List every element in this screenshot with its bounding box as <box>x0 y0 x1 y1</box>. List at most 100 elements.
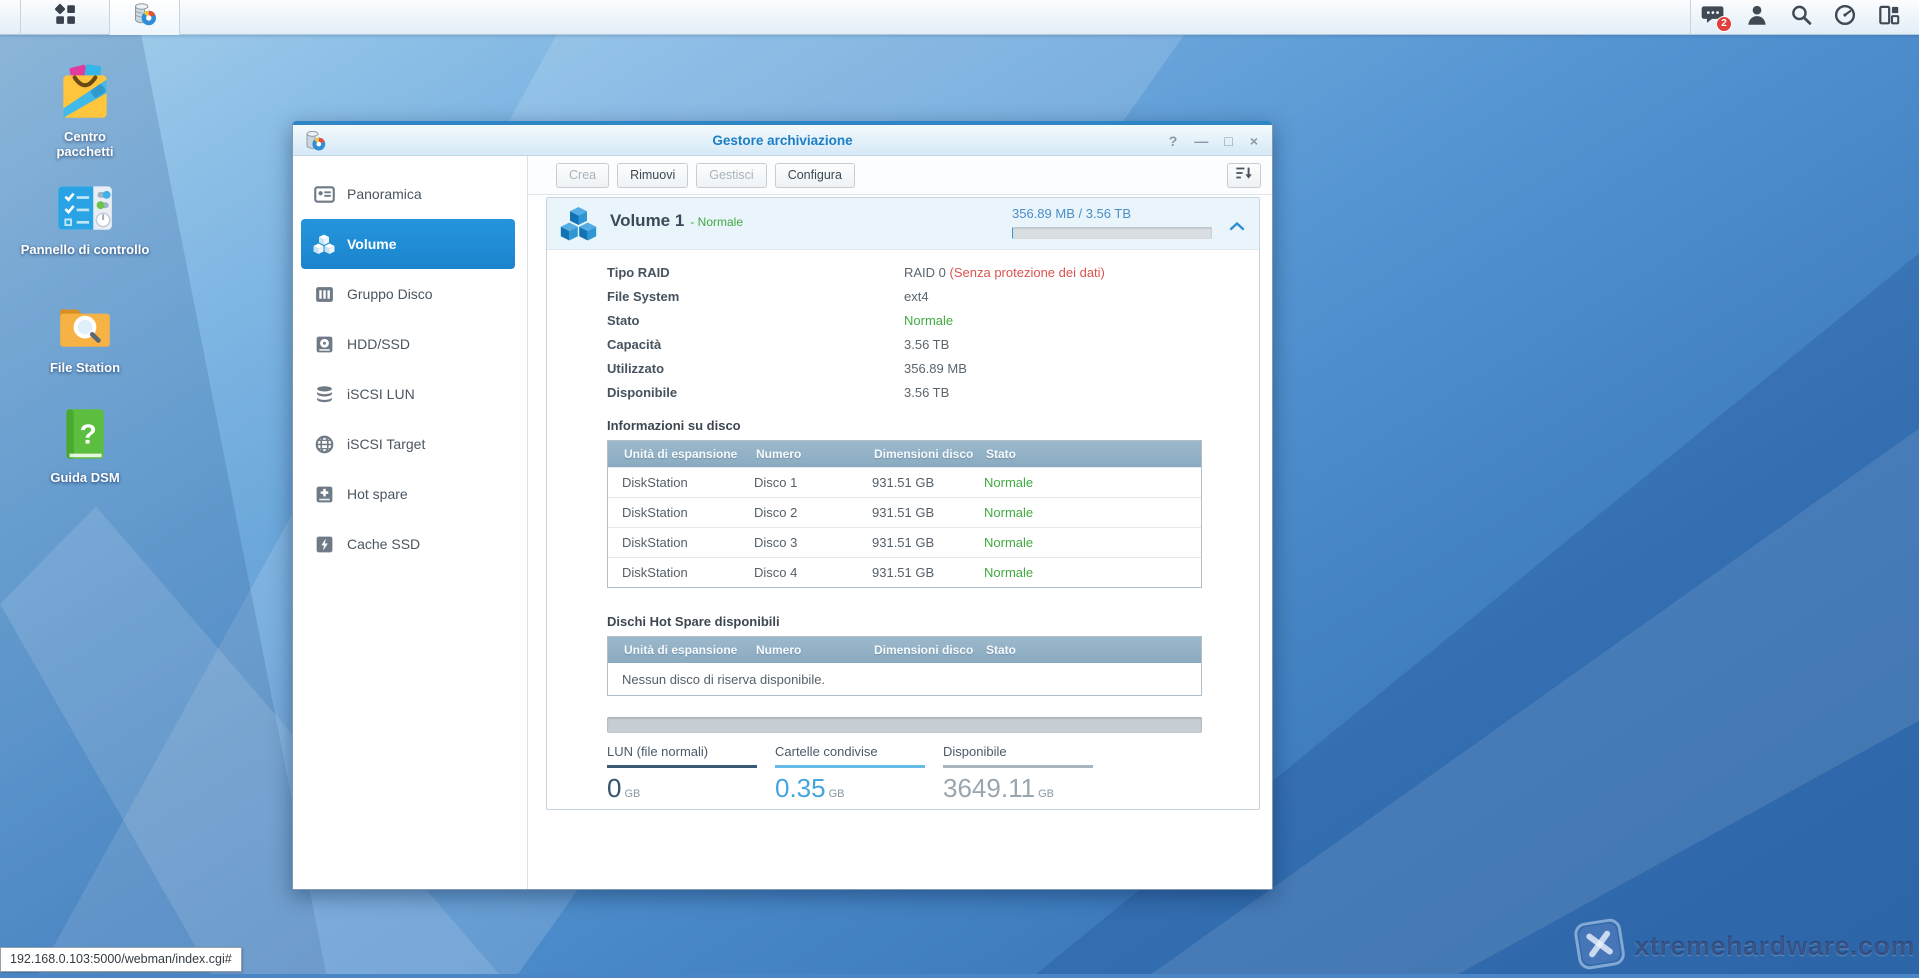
desktop-icon-package-center[interactable]: Centro pacchetti <box>15 62 155 159</box>
storage-manager-window-icon <box>303 129 327 158</box>
storage-sidebar: Panoramica <box>293 156 528 889</box>
disk-row-3[interactable]: DiskStation Disco 3 931.51 GB Normale <box>608 527 1201 557</box>
storage-manager-icon <box>131 1 158 33</box>
storage-manager-window: Gestore archiviazione ? — □ × Panoramica <box>292 121 1273 890</box>
sidebar-item-hot-spare[interactable]: Hot spare <box>301 469 515 519</box>
volume-content-pane: Crea Rimuovi Gestisci Configura <box>528 156 1272 889</box>
cell-number: Disco 3 <box>740 535 858 550</box>
collapse-chevron-button[interactable] <box>1229 218 1245 236</box>
disk-row-1[interactable]: DiskStation Disco 1 931.51 GB Normale <box>608 467 1201 497</box>
stat-label: LUN (file normali) <box>607 744 757 759</box>
disk-row-4[interactable]: DiskStation Disco 4 931.51 GB Normale <box>608 557 1201 587</box>
sidebar-item-gruppo-disco[interactable]: Gruppo Disco <box>301 269 515 319</box>
collapse-all-button[interactable] <box>1227 163 1261 188</box>
stat-unit: GB <box>829 788 845 800</box>
cell-status: Normale <box>970 505 1201 520</box>
stat-unit: GB <box>624 788 640 800</box>
detail-label: Disponibile <box>607 385 904 400</box>
resource-monitor-button[interactable] <box>1823 0 1867 35</box>
main-menu-button[interactable] <box>21 0 109 35</box>
globe-icon <box>313 433 335 455</box>
detail-row-available: Disponibile 3.56 TB <box>607 380 1202 404</box>
grid-menu-icon <box>53 2 78 32</box>
volume-usage-text: 356.89 MB / 3.56 TB <box>1012 206 1212 221</box>
widgets-button[interactable] <box>1867 0 1911 35</box>
toolbar: Crea Rimuovi Gestisci Configura <box>528 156 1272 195</box>
help-button[interactable]: ? <box>1169 134 1178 148</box>
dsm-help-icon: ? <box>15 403 155 465</box>
sidebar-item-cache-ssd[interactable]: Cache SSD <box>301 519 515 569</box>
control-panel-icon <box>15 175 155 237</box>
detail-label: File System <box>607 289 904 304</box>
col-header-number: Numero <box>740 643 858 657</box>
raid-warning: (Senza protezione dei dati) <box>950 265 1105 280</box>
space-distribution-bar <box>607 717 1202 733</box>
raid-type: RAID 0 <box>904 265 950 280</box>
manage-button[interactable]: Gestisci <box>696 163 766 188</box>
configure-button[interactable]: Configura <box>775 163 855 188</box>
hot-spare-title: Dischi Hot Spare disponibili <box>607 614 1202 629</box>
detail-label: Tipo RAID <box>607 265 904 280</box>
cell-number: Disco 4 <box>740 565 858 580</box>
stat-lun: LUN (file normali) 0GB <box>607 744 757 809</box>
volume-cubes-large-icon <box>560 205 597 249</box>
desktop-icon-file-station[interactable]: File Station <box>15 293 155 375</box>
hot-spare-table: Unità di espansione Numero Dimensioni di… <box>607 636 1202 696</box>
volume-card: Volume 1- Normale 356.89 MB / 3.56 TB <box>546 197 1260 810</box>
window-title: Gestore archiviazione <box>293 133 1272 148</box>
desktop-icon-label: File Station <box>15 360 155 375</box>
sort-collapse-icon <box>1235 164 1253 187</box>
sidebar-item-iscsi-lun[interactable]: iSCSI LUN <box>301 369 515 419</box>
disk-info-table-header: Unità di espansione Numero Dimensioni di… <box>608 441 1201 467</box>
desktop-icon-dsm-help[interactable]: ? Guida DSM <box>15 403 155 485</box>
sidebar-item-hdd-ssd[interactable]: HDD/SSD <box>301 319 515 369</box>
package-center-icon <box>15 62 155 124</box>
volume-card-header[interactable]: Volume 1- Normale 356.89 MB / 3.56 TB <box>547 198 1259 250</box>
window-controls: ? — □ × <box>1169 125 1258 156</box>
volume-card-body: Tipo RAID RAID 0 (Senza protezione dei d… <box>547 250 1259 809</box>
minimize-button[interactable]: — <box>1194 134 1207 148</box>
volume-cubes-icon <box>313 233 335 255</box>
sidebar-item-volume[interactable]: Volume <box>301 219 515 269</box>
sidebar-item-panoramica[interactable]: Panoramica <box>301 169 515 219</box>
desktop-icon-label: Guida DSM <box>15 470 155 485</box>
volume-stats: LUN (file normali) 0GB Cartelle condivis… <box>607 744 1202 809</box>
detail-value: RAID 0 (Senza protezione dei dati) <box>904 265 1105 280</box>
cell-number: Disco 2 <box>740 505 858 520</box>
col-header-status: Stato <box>970 447 1201 461</box>
hot-spare-plus-icon <box>313 483 335 505</box>
taskbar: 2 <box>0 0 1919 35</box>
detail-row-status: Stato Normale <box>607 308 1202 332</box>
cell-number: Disco 1 <box>740 475 858 490</box>
detail-value: 3.56 TB <box>904 337 949 352</box>
taskbar-app-storage-manager[interactable] <box>110 0 180 35</box>
panel-layout-icon <box>1877 3 1901 32</box>
detail-row-filesystem: File System ext4 <box>607 284 1202 308</box>
volume-name: Volume 1 <box>610 211 684 230</box>
xtremehardware-logo-icon <box>1571 915 1629 977</box>
create-button[interactable]: Crea <box>556 163 609 188</box>
notifications-button[interactable]: 2 <box>1691 0 1735 35</box>
col-header-unit: Unità di espansione <box>608 447 740 461</box>
disk-info-table: Unità di espansione Numero Dimensioni di… <box>607 440 1202 588</box>
svg-text:?: ? <box>80 418 97 449</box>
disk-group-icon <box>313 283 335 305</box>
stat-number: 0 <box>607 773 621 803</box>
cell-status: Normale <box>970 565 1201 580</box>
sidebar-item-label: Hot spare <box>347 486 408 502</box>
maximize-button[interactable]: □ <box>1224 134 1232 148</box>
desktop-icon-control-panel[interactable]: Pannello di controllo <box>15 175 155 257</box>
detail-row-used: Utilizzato 356.89 MB <box>607 356 1202 380</box>
stat-label: Disponibile <box>943 744 1093 759</box>
disk-row-2[interactable]: DiskStation Disco 2 931.51 GB Normale <box>608 497 1201 527</box>
user-menu-button[interactable] <box>1735 0 1779 35</box>
taskbar-right-icons: 2 <box>1690 0 1919 35</box>
window-titlebar[interactable]: Gestore archiviazione ? — □ × <box>293 121 1272 156</box>
cell-size: 931.51 GB <box>858 535 970 550</box>
search-button[interactable] <box>1779 0 1823 35</box>
sidebar-item-iscsi-target[interactable]: iSCSI Target <box>301 419 515 469</box>
stat-value: 0GB <box>607 773 757 809</box>
close-button[interactable]: × <box>1250 134 1258 148</box>
cell-unit: DiskStation <box>608 535 740 550</box>
remove-button[interactable]: Rimuovi <box>617 163 688 188</box>
